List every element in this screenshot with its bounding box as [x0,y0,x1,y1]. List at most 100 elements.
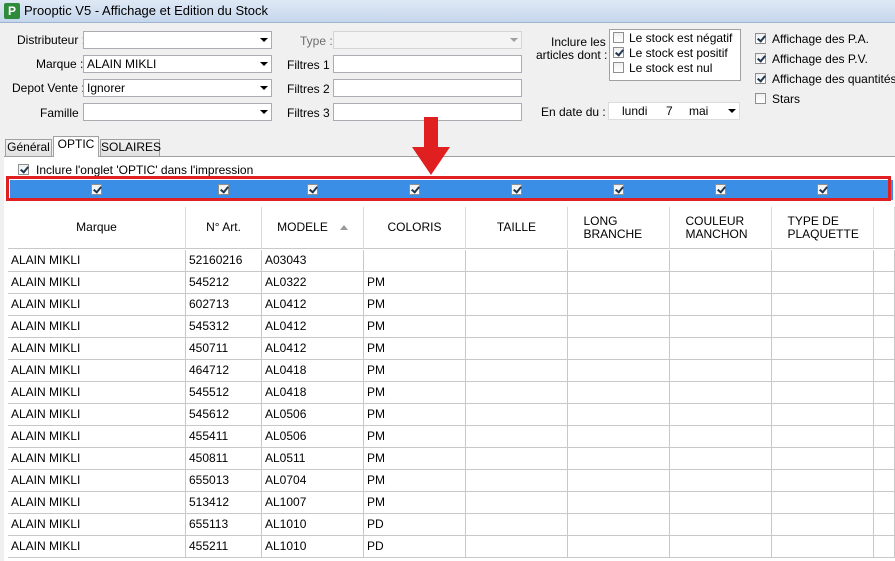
table-cell[interactable]: PD [364,536,466,558]
table-cell[interactable] [772,316,874,338]
table-cell[interactable]: ALAIN MIKLI [8,250,186,272]
table-cell[interactable]: 655113 [186,514,262,536]
table-cell[interactable] [772,470,874,492]
table-cell[interactable]: PD [364,514,466,536]
tab-optic[interactable]: OPTIC [53,136,99,157]
table-cell[interactable]: 450711 [186,338,262,360]
table-cell[interactable] [568,272,670,294]
table-cell[interactable]: AL0418 [262,382,364,404]
table-cell[interactable]: 545312 [186,316,262,338]
table-cell[interactable]: AL1010 [262,514,364,536]
table-cell[interactable] [670,360,772,382]
table-cell[interactable] [466,514,568,536]
table-cell[interactable] [466,250,568,272]
table-cell[interactable] [364,250,466,272]
affichage-quantites-checkbox[interactable] [755,73,766,84]
table-cell[interactable] [466,316,568,338]
table-cell[interactable] [568,492,670,514]
table-cell[interactable]: ALAIN MIKLI [8,382,186,404]
table-cell[interactable]: PM [364,294,466,316]
table-cell[interactable]: 52160216 [186,250,262,272]
table-cell[interactable] [772,272,874,294]
table-cell[interactable]: 655013 [186,470,262,492]
table-cell[interactable] [568,404,670,426]
table-cell[interactable] [670,294,772,316]
stock-nul-checkbox[interactable] [613,62,624,73]
table-cell[interactable] [772,382,874,404]
table-cell[interactable]: AL0412 [262,294,364,316]
tab-general[interactable]: Général [5,139,52,156]
table-cell[interactable]: AL0322 [262,272,364,294]
table-cell[interactable]: PM [364,338,466,360]
table-cell[interactable]: ALAIN MIKLI [8,404,186,426]
table-cell[interactable]: 545212 [186,272,262,294]
table-cell[interactable] [772,360,874,382]
column-header[interactable]: N° Art. [186,207,262,249]
column-header[interactable]: TYPE DE PLAQUETTE [772,207,874,249]
include-tab-print-checkbox[interactable] [18,164,29,175]
table-cell[interactable]: 455211 [186,536,262,558]
table-cell[interactable] [670,316,772,338]
table-cell[interactable] [670,250,772,272]
table-cell[interactable] [466,470,568,492]
affichage-pv-checkbox[interactable] [755,53,766,64]
table-cell[interactable] [670,514,772,536]
table-cell[interactable] [670,272,772,294]
table-cell[interactable]: PM [364,316,466,338]
table-cell[interactable]: PM [364,492,466,514]
table-cell[interactable]: ALAIN MIKLI [8,294,186,316]
depot-vente-combo[interactable]: Ignorer [83,79,272,97]
table-cell[interactable]: AL0506 [262,404,364,426]
column-header[interactable]: MODELE [262,207,364,249]
table-cell[interactable] [568,294,670,316]
table-cell[interactable]: 450811 [186,448,262,470]
table-cell[interactable] [568,250,670,272]
type-combo[interactable] [333,31,522,49]
table-cell[interactable]: AL0506 [262,426,364,448]
table-cell[interactable]: 545612 [186,404,262,426]
table-cell[interactable] [772,404,874,426]
table-cell[interactable]: ALAIN MIKLI [8,536,186,558]
table-cell[interactable]: 602713 [186,294,262,316]
table-cell[interactable]: AL0511 [262,448,364,470]
table-cell[interactable]: PM [364,426,466,448]
table-cell[interactable]: ALAIN MIKLI [8,272,186,294]
stars-checkbox[interactable] [755,93,766,104]
table-cell[interactable] [772,338,874,360]
affichage-pa-checkbox[interactable] [755,33,766,44]
marque-combo[interactable]: ALAIN MIKLI [83,55,272,73]
column-header[interactable]: LONG BRANCHE [568,207,670,249]
table-cell[interactable] [772,448,874,470]
table-cell[interactable] [466,294,568,316]
table-cell[interactable] [772,492,874,514]
column-header[interactable]: COULEUR MANCHON [670,207,772,249]
table-cell[interactable] [670,404,772,426]
table-cell[interactable] [466,426,568,448]
table-cell[interactable]: AL0704 [262,470,364,492]
table-cell[interactable]: PM [364,272,466,294]
table-cell[interactable] [772,514,874,536]
table-cell[interactable] [568,536,670,558]
table-cell[interactable]: ALAIN MIKLI [8,448,186,470]
table-cell[interactable] [670,492,772,514]
table-cell[interactable] [568,470,670,492]
table-cell[interactable]: AL0412 [262,338,364,360]
table-cell[interactable] [670,338,772,360]
table-cell[interactable]: ALAIN MIKLI [8,360,186,382]
distributeur-combo[interactable] [83,31,272,49]
table-cell[interactable]: ALAIN MIKLI [8,514,186,536]
table-cell[interactable]: ALAIN MIKLI [8,470,186,492]
column-header[interactable]: COLORIS [364,207,466,249]
filtre-2-input[interactable] [333,79,522,97]
table-cell[interactable]: 464712 [186,360,262,382]
table-cell[interactable]: PM [364,360,466,382]
stock-negatif-checkbox[interactable] [613,32,624,43]
table-cell[interactable]: ALAIN MIKLI [8,492,186,514]
table-cell[interactable] [568,448,670,470]
table-cell[interactable] [466,360,568,382]
column-header[interactable]: Marque [8,207,186,249]
table-cell[interactable]: AL1010 [262,536,364,558]
table-cell[interactable]: PM [364,404,466,426]
table-cell[interactable] [466,404,568,426]
table-cell[interactable] [466,492,568,514]
